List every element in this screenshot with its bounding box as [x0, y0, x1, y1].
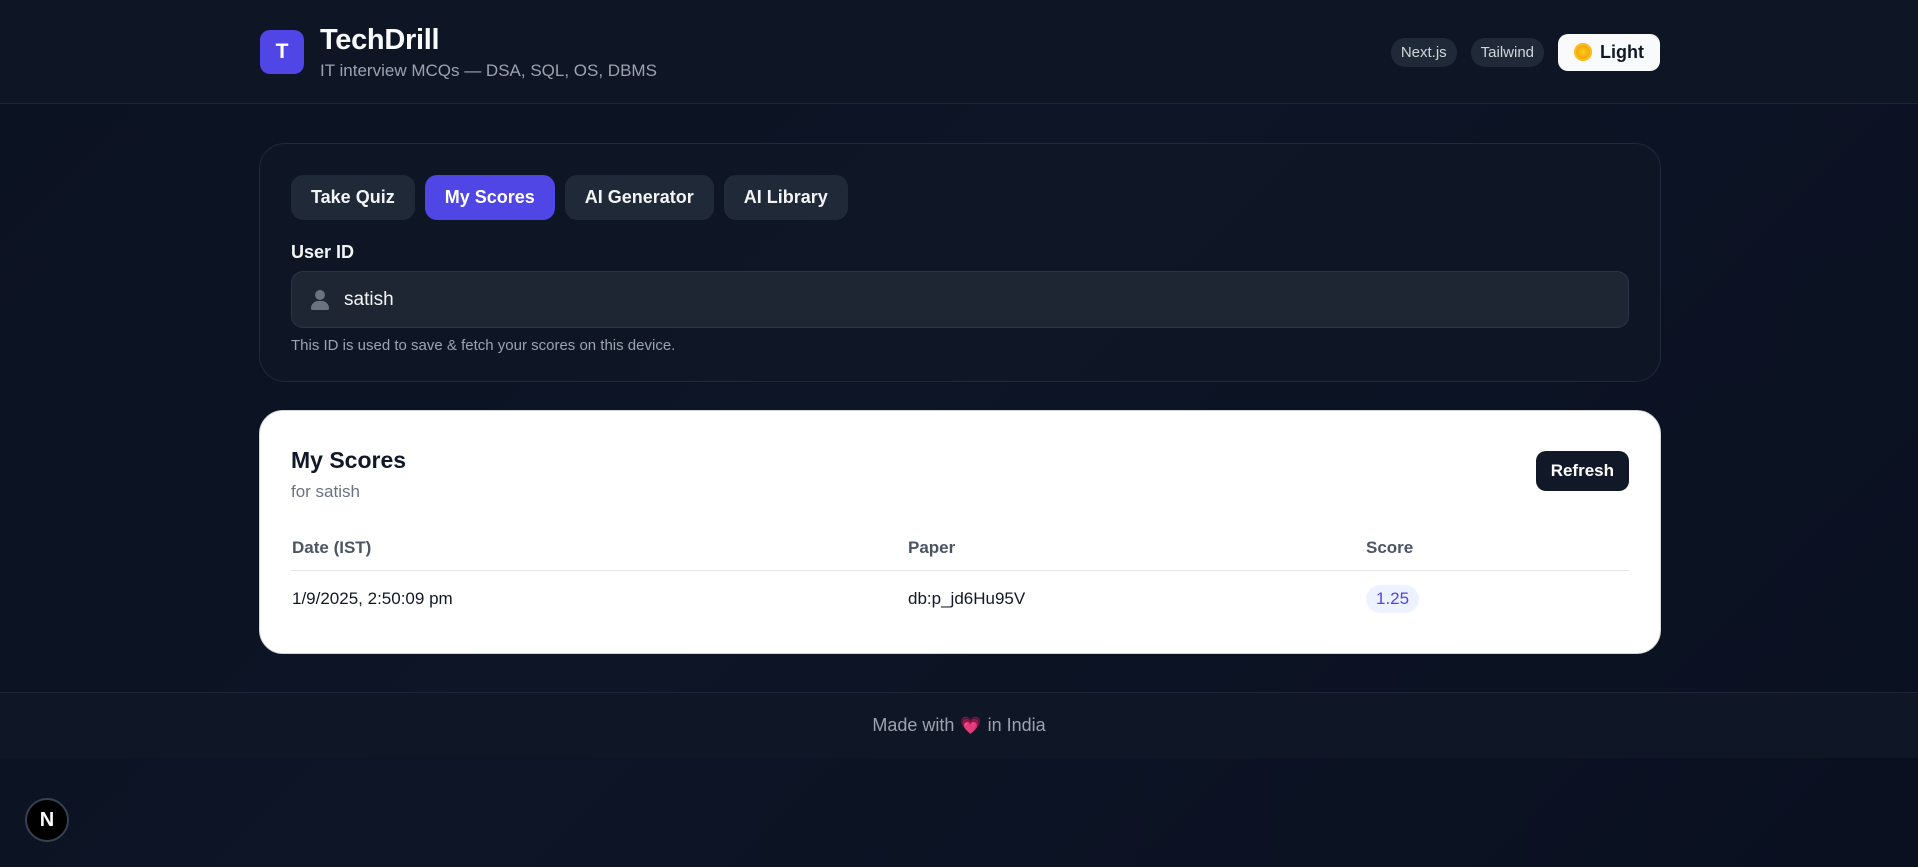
nextjs-dev-badge[interactable]: N	[25, 798, 69, 842]
tab-ai-generator[interactable]: AI Generator	[564, 175, 714, 220]
sun-icon	[1574, 43, 1593, 61]
refresh-button[interactable]: Refresh	[1535, 451, 1629, 491]
score-badge: 1.25	[1366, 585, 1420, 613]
header-right: Next.js Tailwind Light	[1390, 33, 1660, 71]
tech-pill-nextjs: Next.js	[1390, 37, 1457, 67]
user-id-input[interactable]	[344, 288, 1628, 311]
brand[interactable]: T TechDrill IT interview MCQs — DSA, SQL…	[260, 24, 657, 81]
scores-table: Date (IST) Paper Score 1/9/2025, 2:50:09…	[291, 530, 1629, 627]
table-header-row: Date (IST) Paper Score	[291, 530, 1629, 571]
theme-toggle-button[interactable]: Light	[1558, 33, 1660, 71]
tab-my-scores[interactable]: My Scores	[424, 175, 555, 220]
footer-suffix: in India	[987, 715, 1046, 735]
cell-score: 1.25	[1365, 571, 1629, 628]
tab-bar: Take Quiz My Scores AI Generator AI Libr…	[291, 175, 1629, 220]
scores-card: My Scores for satish Refresh Date (IST) …	[259, 410, 1661, 654]
tab-take-quiz[interactable]: Take Quiz	[291, 175, 415, 220]
user-id-field[interactable]	[291, 271, 1629, 328]
heart-icon: 💗	[960, 715, 982, 735]
user-id-label: User ID	[291, 242, 355, 262]
app-title: TechDrill	[320, 23, 440, 56]
column-header-paper: Paper	[907, 530, 1365, 571]
theme-toggle-label: Light	[1600, 41, 1644, 62]
cell-paper: db:p_jd6Hu95V	[908, 589, 1026, 608]
table-row: 1/9/2025, 2:50:09 pm db:p_jd6Hu95V 1.25	[291, 571, 1629, 628]
app-subtitle: IT interview MCQs — DSA, SQL, OS, DBMS	[320, 60, 657, 80]
scores-subtitle: for satish	[291, 482, 360, 501]
tech-pill-tailwind: Tailwind	[1470, 37, 1545, 67]
scores-title: My Scores	[291, 447, 407, 473]
user-icon	[310, 289, 330, 311]
app-header: T TechDrill IT interview MCQs — DSA, SQL…	[0, 0, 1918, 104]
scores-card-header: My Scores for satish	[291, 447, 1629, 502]
cell-date: 1/9/2025, 2:50:09 pm	[292, 589, 453, 608]
column-header-date: Date (IST)	[291, 530, 907, 571]
logo: T	[260, 30, 304, 74]
footer-prefix: Made with	[872, 715, 955, 735]
column-header-score: Score	[1365, 530, 1629, 571]
user-id-hint: This ID is used to save & fetch your sco…	[291, 337, 676, 354]
header-inner: T TechDrill IT interview MCQs — DSA, SQL…	[260, 0, 1660, 104]
tab-ai-library[interactable]: AI Library	[723, 175, 848, 220]
footer: Made with 💗 in India	[0, 692, 1918, 758]
brand-text: TechDrill IT interview MCQs — DSA, SQL, …	[320, 24, 657, 81]
controls-panel: Take Quiz My Scores AI Generator AI Libr…	[259, 143, 1661, 382]
